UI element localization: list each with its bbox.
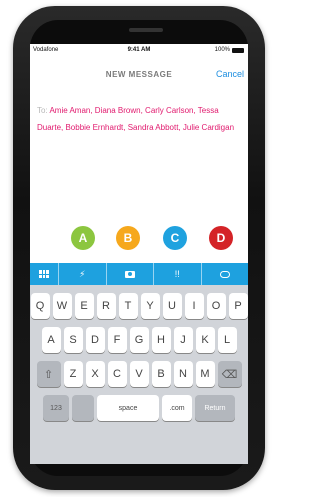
shift-icon: ⇧ bbox=[43, 368, 54, 381]
message-toolbar: ⚡ !! bbox=[30, 263, 248, 285]
status-bar: Vodafone 9:41 AM 100% bbox=[30, 44, 248, 56]
photo-button[interactable] bbox=[105, 263, 154, 285]
key-l[interactable]: L bbox=[217, 327, 237, 353]
shift-key[interactable]: ⇧ bbox=[36, 361, 61, 387]
battery-percent: 100% bbox=[214, 47, 230, 53]
quick-button[interactable]: ⚡ bbox=[58, 263, 106, 285]
key-o[interactable]: O bbox=[206, 293, 226, 319]
keyboard-row-2: A S D F G H J K L bbox=[30, 327, 248, 353]
keyboard-row-4: 123 space .com Return bbox=[30, 395, 248, 421]
battery-status: 100% bbox=[215, 47, 244, 53]
space-key[interactable]: space bbox=[97, 395, 159, 421]
marker-c: C bbox=[163, 226, 187, 250]
delete-key[interactable]: ⌫ bbox=[217, 361, 242, 387]
key-j[interactable]: J bbox=[173, 327, 193, 353]
emoji-key[interactable] bbox=[72, 395, 94, 421]
lightning-icon: ⚡ bbox=[79, 268, 86, 279]
chat-bubble-icon bbox=[219, 270, 230, 278]
marker-b: B bbox=[116, 226, 140, 250]
key-p[interactable]: P bbox=[228, 293, 248, 319]
key-v[interactable]: V bbox=[129, 361, 149, 387]
key-n[interactable]: N bbox=[173, 361, 193, 387]
key-e[interactable]: E bbox=[74, 293, 94, 319]
camera-icon bbox=[124, 270, 135, 278]
chat-button[interactable] bbox=[200, 263, 249, 285]
key-d[interactable]: D bbox=[85, 327, 105, 353]
return-key[interactable]: Return bbox=[195, 395, 235, 421]
key-x[interactable]: X bbox=[85, 361, 105, 387]
key-r[interactable]: R bbox=[96, 293, 116, 319]
phone-screen: Vodafone 9:41 AM 100% NEW MESSAGE Cancel… bbox=[30, 44, 248, 464]
key-m[interactable]: M bbox=[195, 361, 215, 387]
key-z[interactable]: Z bbox=[63, 361, 83, 387]
key-w[interactable]: W bbox=[52, 293, 72, 319]
key-y[interactable]: Y bbox=[140, 293, 160, 319]
recipient-list: Amie Aman, Diana Brown, Carly Carlson, T… bbox=[37, 106, 235, 132]
marker-d: D bbox=[209, 226, 233, 250]
callout-markers: A B C D bbox=[30, 226, 248, 256]
speaker-grille bbox=[129, 28, 163, 32]
key-g[interactable]: G bbox=[129, 327, 149, 353]
key-h[interactable]: H bbox=[151, 327, 171, 353]
key-c[interactable]: C bbox=[107, 361, 127, 387]
exclamation-icon: !! bbox=[174, 269, 180, 279]
key-u[interactable]: U bbox=[162, 293, 182, 319]
numbers-key[interactable]: 123 bbox=[43, 395, 69, 421]
keyboard: Q W E R T Y U I O P A S D F G H J K L ⇧ … bbox=[30, 285, 248, 464]
keyboard-row-1: Q W E R T Y U I O P bbox=[30, 293, 248, 319]
key-t[interactable]: T bbox=[118, 293, 138, 319]
recipients-field[interactable]: To: Amie Aman, Diana Brown, Carly Carlso… bbox=[37, 102, 243, 136]
key-k[interactable]: K bbox=[195, 327, 215, 353]
nav-bar: NEW MESSAGE Cancel bbox=[30, 58, 248, 94]
key-a[interactable]: A bbox=[41, 327, 61, 353]
key-q[interactable]: Q bbox=[30, 293, 50, 319]
to-label: To: bbox=[37, 106, 48, 115]
dotcom-key[interactable]: .com bbox=[162, 395, 192, 421]
key-b[interactable]: B bbox=[151, 361, 171, 387]
grid-icon bbox=[39, 270, 49, 278]
backspace-icon: ⌫ bbox=[221, 368, 238, 381]
key-s[interactable]: S bbox=[63, 327, 83, 353]
marker-a: A bbox=[71, 226, 95, 250]
cancel-button[interactable]: Cancel bbox=[216, 69, 244, 79]
battery-icon bbox=[232, 47, 244, 53]
grid-button[interactable] bbox=[30, 263, 58, 285]
keyboard-row-3: ⇧ Z X C V B N M ⌫ bbox=[30, 361, 248, 387]
key-i[interactable]: I bbox=[184, 293, 204, 319]
key-f[interactable]: F bbox=[107, 327, 127, 353]
emphasis-button[interactable]: !! bbox=[153, 263, 201, 285]
